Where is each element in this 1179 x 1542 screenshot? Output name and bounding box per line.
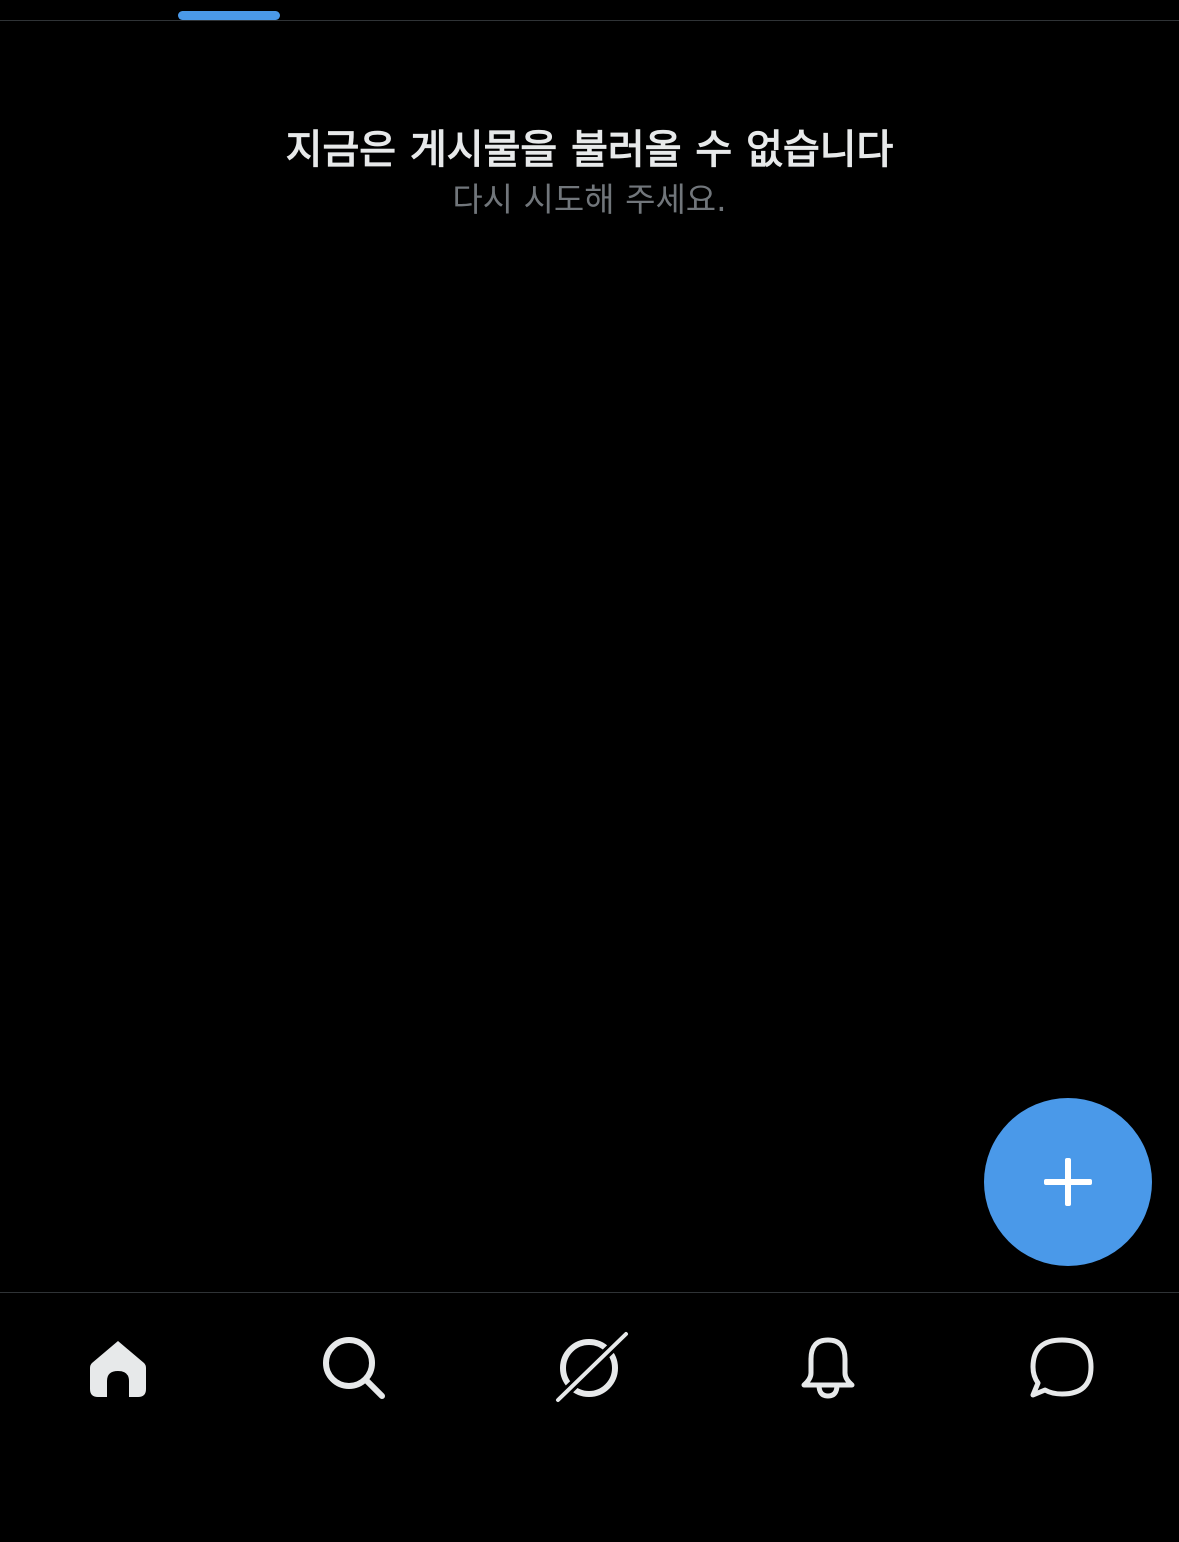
bell-icon: [801, 1337, 855, 1399]
error-title: 지금은 게시물을 불러올 수 없습니다: [285, 127, 894, 173]
compose-post-button[interactable]: [984, 1098, 1152, 1266]
search-icon: [323, 1337, 385, 1399]
home-icon: [90, 1341, 146, 1397]
active-tab-indicator: [178, 11, 280, 20]
nav-grok[interactable]: [545, 1323, 635, 1413]
top-tab-bar: [0, 0, 1179, 21]
plus-icon: [1044, 1158, 1092, 1206]
grok-icon: [554, 1330, 630, 1404]
nav-home[interactable]: [73, 1323, 163, 1413]
chat-bubble-icon: [1030, 1337, 1094, 1398]
nav-messages[interactable]: [1017, 1323, 1107, 1413]
error-subtitle: 다시 시도해 주세요.: [452, 180, 727, 219]
bottom-navigation: [0, 1292, 1179, 1542]
nav-search[interactable]: [309, 1323, 399, 1413]
error-message: 지금은 게시물을 불러올 수 없습니다 다시 시도해 주세요.: [0, 122, 1179, 222]
nav-notifications[interactable]: [783, 1323, 873, 1413]
